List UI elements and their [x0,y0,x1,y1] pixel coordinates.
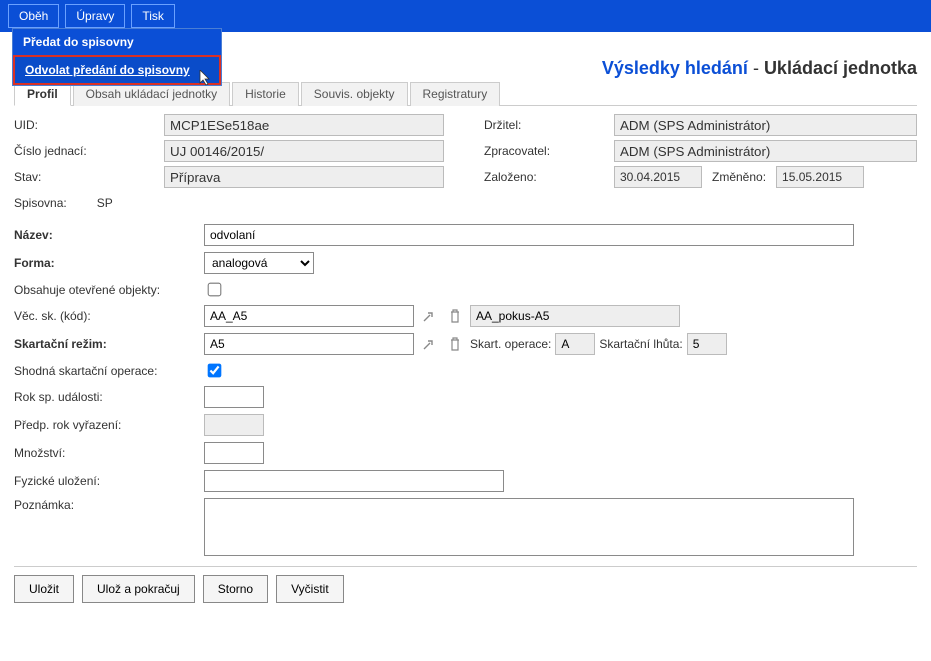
clear-button[interactable]: Vyčistit [276,575,344,603]
value-uid [164,114,444,136]
page-title: Výsledky hledání - Ukládací jednotka [602,58,917,79]
tab-historie[interactable]: Historie [232,82,299,106]
tab-registratury[interactable]: Registratury [410,82,501,106]
label-zprac: Zpracovatel: [484,144,604,158]
menu-odvolat-label: Odvolat předání do spisovny [25,63,190,77]
label-drzitel: Držitel: [484,118,604,132]
input-roksp[interactable] [204,386,264,408]
input-mnoz[interactable] [204,442,264,464]
input-fyz[interactable] [204,470,504,492]
lookup-icon[interactable] [420,307,438,325]
main-toolbar: Oběh Úpravy Tisk Předat do spisovny Odvo… [0,0,931,32]
input-sklh [687,333,727,355]
form-area: Název: Forma: analogová Obsahuje otevřen… [14,224,917,556]
value-zmeneno: 15.05.2015 [776,166,864,188]
delete-icon[interactable] [446,307,464,325]
input-vecsk-code[interactable] [204,305,414,327]
value-drzitel [614,114,917,136]
label-skop: Skart. operace: [470,337,551,351]
label-pozn: Poznámka: [14,498,204,512]
label-shodna: Shodná skartační operace: [14,364,204,378]
label-skrez: Skartační režim: [14,337,204,351]
divider [14,566,917,567]
save-button[interactable]: Uložit [14,575,74,603]
value-zprac [614,140,917,162]
select-forma[interactable]: analogová [204,252,314,274]
checkbox-obsahuje[interactable] [208,283,222,297]
delete-icon-2[interactable] [446,335,464,353]
tisk-menu[interactable]: Tisk [131,4,175,28]
save-continue-button[interactable]: Ulož a pokračuj [82,575,195,603]
cancel-button[interactable]: Storno [203,575,268,603]
label-predp: Předp. rok vyřazení: [14,418,204,432]
input-nazev[interactable] [204,224,854,246]
label-fyz: Fyzické uložení: [14,474,204,488]
label-sklh: Skartační lhůta: [599,337,682,351]
label-vecsk: Věc. sk. (kód): [14,309,204,323]
input-predp [204,414,264,436]
button-bar: Uložit Ulož a pokračuj Storno Vyčistit [14,575,917,603]
date-block: 30.04.2015 Změněno: 15.05.2015 [614,166,917,188]
obeh-menu[interactable]: Oběh [8,4,59,28]
label-nazev: Název: [14,228,204,242]
spisovna-row: Spisovna: SP [14,196,917,210]
input-skrez[interactable] [204,333,414,355]
textarea-pozn[interactable] [204,498,854,556]
label-spisovna: Spisovna: [14,196,67,210]
label-zmeneno: Změněno: [712,170,766,184]
obeh-dropdown: Předat do spisovny Odvolat předání do sp… [12,28,222,86]
lookup-icon-2[interactable] [420,335,438,353]
input-skop [555,333,595,355]
menu-odvolat-predani[interactable]: Odvolat předání do spisovny [13,55,221,85]
checkbox-shodna[interactable] [208,364,222,378]
header-fields: UID: Držitel: Číslo jednací: Zpracovatel… [14,114,917,188]
title-black: Ukládací jednotka [764,58,917,78]
input-vecsk-name [470,305,680,327]
upravy-menu[interactable]: Úpravy [65,4,125,28]
label-cislo: Číslo jednací: [14,144,154,158]
menu-predat-do-spisovny[interactable]: Předat do spisovny [13,29,221,55]
label-obsahuje: Obsahuje otevřené objekty: [14,283,204,297]
value-spisovna: SP [97,196,113,210]
label-uid: UID: [14,118,154,132]
tab-souvis[interactable]: Souvis. objekty [301,82,408,106]
value-stav [164,166,444,188]
label-forma: Forma: [14,256,204,270]
label-mnoz: Množství: [14,446,204,460]
value-zalozeno: 30.04.2015 [614,166,702,188]
title-blue: Výsledky hledání [602,58,748,78]
label-roksp: Rok sp. události: [14,390,204,404]
label-zalozeno: Založeno: [484,170,604,184]
value-cislo [164,140,444,162]
label-stav: Stav: [14,170,154,184]
